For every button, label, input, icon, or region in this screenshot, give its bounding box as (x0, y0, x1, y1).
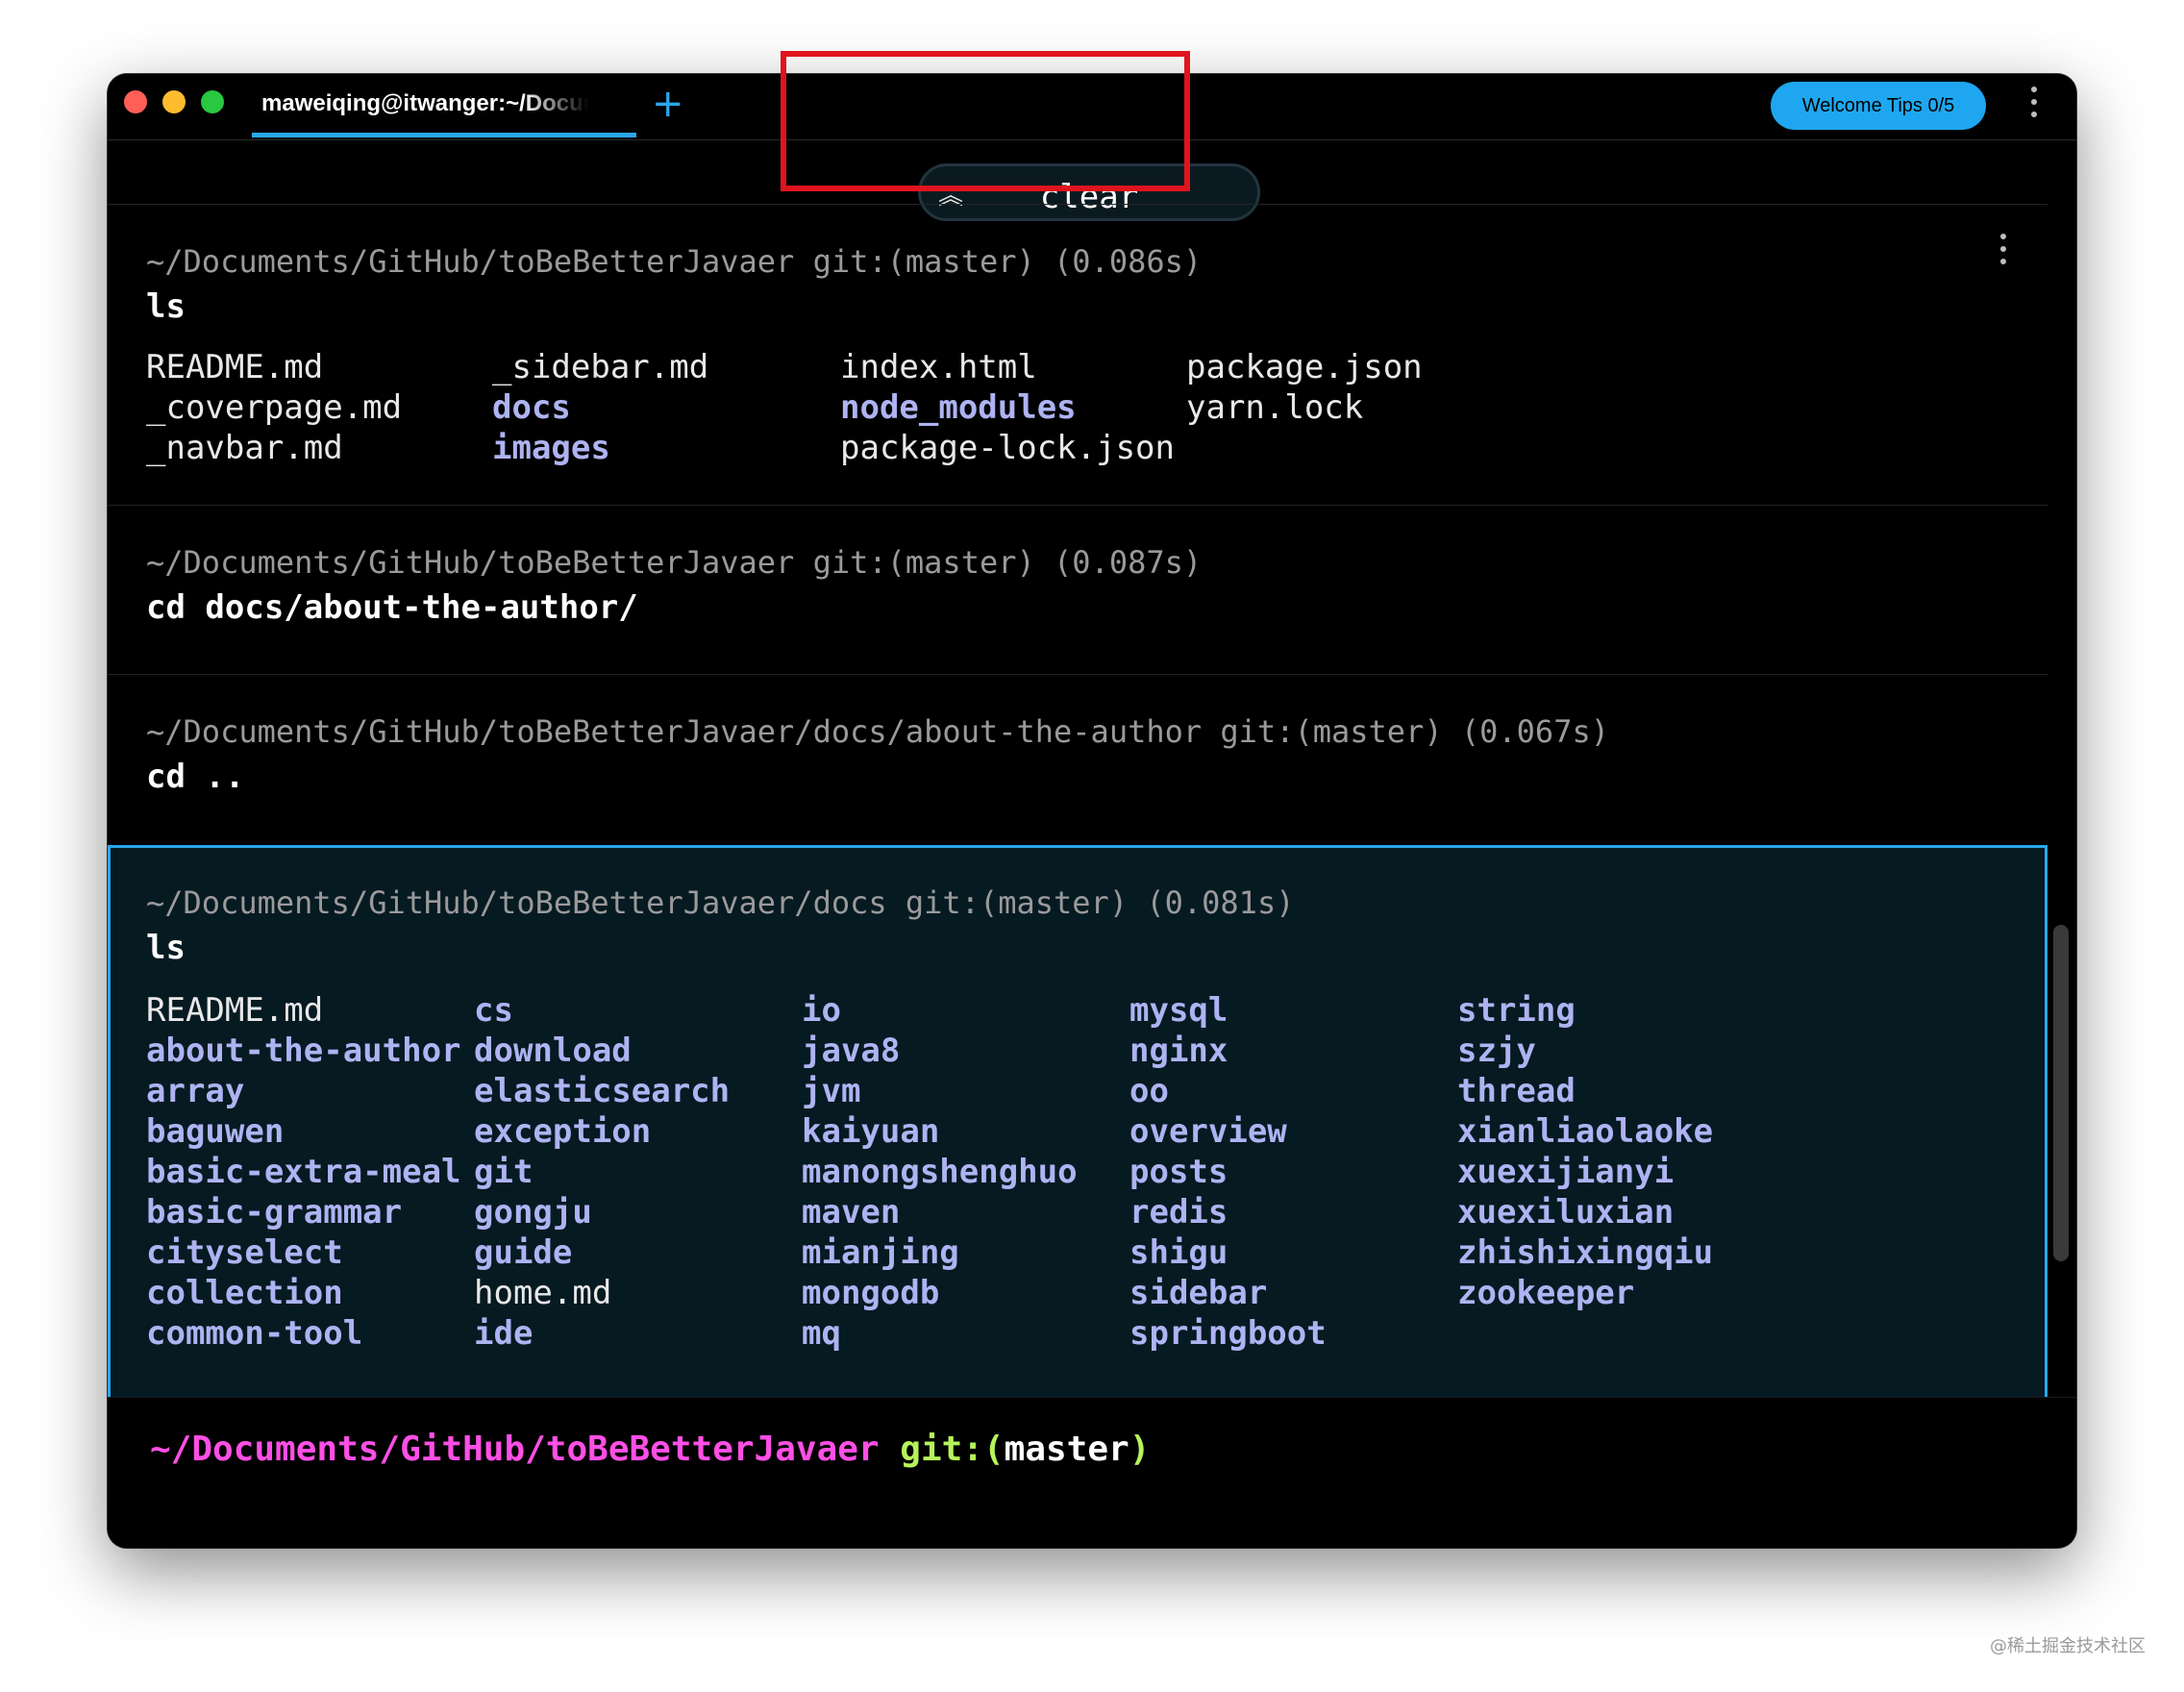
directory-entry: collection (146, 1274, 343, 1312)
directory-entry: cityselect (146, 1233, 343, 1272)
directory-entry: baguwen (146, 1112, 285, 1151)
directory-entry: posts (1129, 1153, 1228, 1191)
directory-entry: mysql (1129, 991, 1228, 1030)
live-prompt: ~/Documents/GitHub/toBeBetterJavaer git:… (150, 1430, 1150, 1469)
directory-entry: mq (802, 1314, 841, 1353)
directory-entry: common-tool (146, 1314, 363, 1353)
minimize-window-button[interactable] (162, 90, 186, 113)
selected-command-block[interactable]: ~/Documents/GitHub/toBeBetterJavaer/docs… (108, 845, 2048, 1397)
directory-entry: images (492, 429, 610, 467)
ls-output-column: _sidebar.md docs images (492, 347, 708, 468)
directory-entry: kaiyuan (802, 1112, 940, 1151)
directory-entry: szjy (1457, 1032, 1536, 1070)
terminal-window: maweiqing@itwanger:~/Documents/GitHub/to… (108, 74, 2076, 1548)
directory-entry: basic-extra-meal (146, 1153, 461, 1191)
directory-entry: exception (474, 1112, 652, 1151)
ls-output-column: index.html node_modules package-lock.json (840, 347, 1175, 468)
file-entry: home.md (474, 1274, 612, 1312)
block-menu-kebab-icon[interactable] (1999, 234, 2007, 271)
directory-entry: manongshenghuo (802, 1153, 1078, 1191)
ls-output-column: io java8 jvm kaiyuan manongshenghuo maven mian… (802, 990, 1078, 1354)
file-entry: index.html (840, 348, 1037, 386)
directory-entry: maven (802, 1193, 901, 1232)
block-command: cd docs/about-the-author/ (146, 588, 638, 627)
ls-output-column: cs download elasticsearch exception git gongj… (474, 990, 730, 1354)
directory-entry: download (474, 1032, 632, 1070)
directory-entry: node_modules (840, 388, 1077, 427)
block-command: ls (146, 287, 186, 326)
block-command: ls (146, 929, 186, 967)
directory-entry: string (1457, 991, 1576, 1030)
directory-entry: java8 (802, 1032, 901, 1070)
ls-output-column: package.json yarn.lock (1186, 347, 1423, 428)
ls-output-column: mysql nginx oo overview posts redis shigu sideb… (1129, 990, 1327, 1354)
directory-entry: overview (1129, 1112, 1287, 1151)
directory-entry: array (146, 1072, 245, 1110)
directory-entry: shigu (1129, 1233, 1228, 1272)
vertical-scrollbar[interactable] (2053, 925, 2069, 1261)
directory-entry: xuexijianyi (1457, 1153, 1675, 1191)
directory-entry: guide (474, 1233, 573, 1272)
block-prompt: ~/Documents/GitHub/toBeBetterJavaer/docs… (146, 713, 1609, 750)
directory-entry: jvm (802, 1072, 861, 1110)
directory-entry: about-the-author (146, 1032, 461, 1070)
directory-entry: oo (1129, 1072, 1169, 1110)
window-menu-kebab-icon[interactable] (2030, 87, 2038, 124)
terminal-tab[interactable]: maweiqing@itwanger:~/Documents/GitHub/to… (252, 74, 636, 137)
block-prompt: ~/Documents/GitHub/toBeBetterJavaer git:… (146, 544, 1203, 581)
command-block[interactable]: ~/Documents/GitHub/toBeBetterJavaer git:… (108, 505, 2048, 674)
file-entry: README.md (146, 991, 324, 1030)
highlight-annotation-box (781, 51, 1190, 191)
ls-output-column: string szjy thread xianliaolaoke xuexijianyi… (1457, 990, 1713, 1313)
ls-output-column: README.md about-the-author array baguwen bas… (146, 990, 461, 1354)
block-prompt: ~/Documents/GitHub/toBeBetterJavaer git:… (146, 243, 1203, 280)
directory-entry: docs (492, 388, 571, 427)
prompt-branch: master (1004, 1430, 1129, 1469)
file-entry: README.md (146, 348, 324, 386)
directory-entry: basic-grammar (146, 1193, 403, 1232)
file-entry: _sidebar.md (492, 348, 709, 386)
new-tab-plus-icon[interactable]: + (652, 85, 684, 123)
directory-entry: xianliaolaoke (1457, 1112, 1714, 1151)
watermark: @稀土掘金技术社区 (1990, 1636, 2146, 1656)
directory-entry: zhishixingqiu (1457, 1233, 1714, 1272)
directory-entry: elasticsearch (474, 1072, 731, 1110)
block-command: cd .. (146, 758, 245, 796)
command-input-area[interactable]: ~/Documents/GitHub/toBeBetterJavaer git:… (108, 1397, 2076, 1548)
active-tab-indicator (252, 133, 636, 137)
directory-entry: gongju (474, 1193, 592, 1232)
directory-entry: mongodb (802, 1274, 940, 1312)
file-entry: _coverpage.md (146, 388, 403, 427)
file-entry: package-lock.json (840, 429, 1175, 467)
directory-entry: xuexiluxian (1457, 1193, 1675, 1232)
directory-entry: nginx (1129, 1032, 1228, 1070)
directory-entry: sidebar (1129, 1274, 1268, 1312)
directory-entry: git (474, 1153, 534, 1191)
directory-entry: ide (474, 1314, 534, 1353)
ls-output-column: README.md _coverpage.md _navbar.md (146, 347, 402, 468)
file-entry: package.json (1186, 348, 1423, 386)
welcome-tips-button[interactable]: Welcome Tips 0/5 (1771, 82, 1986, 130)
directory-entry: mianjing (802, 1233, 959, 1272)
directory-entry: io (802, 991, 841, 1030)
prompt-git-label: git:( (900, 1430, 1005, 1469)
zoom-window-button[interactable] (201, 90, 224, 113)
prompt-git-close: ) (1129, 1430, 1151, 1469)
directory-entry: redis (1129, 1193, 1228, 1232)
file-entry: _navbar.md (146, 429, 343, 467)
block-prompt: ~/Documents/GitHub/toBeBetterJavaer/docs… (146, 884, 1295, 921)
file-entry: yarn.lock (1186, 388, 1364, 427)
command-block[interactable]: ~/Documents/GitHub/toBeBetterJavaer/docs… (108, 674, 2048, 845)
close-window-button[interactable] (124, 90, 147, 113)
prompt-path: ~/Documents/GitHub/toBeBetterJavaer (150, 1430, 880, 1469)
tab-title: maweiqing@itwanger:~/Documents/GitHub/to… (261, 90, 588, 116)
directory-entry: zookeeper (1457, 1274, 1635, 1312)
directory-entry: cs (474, 991, 513, 1030)
directory-entry: springboot (1129, 1314, 1327, 1353)
directory-entry: thread (1457, 1072, 1576, 1110)
command-block[interactable]: ~/Documents/GitHub/toBeBetterJavaer git:… (108, 204, 2048, 467)
